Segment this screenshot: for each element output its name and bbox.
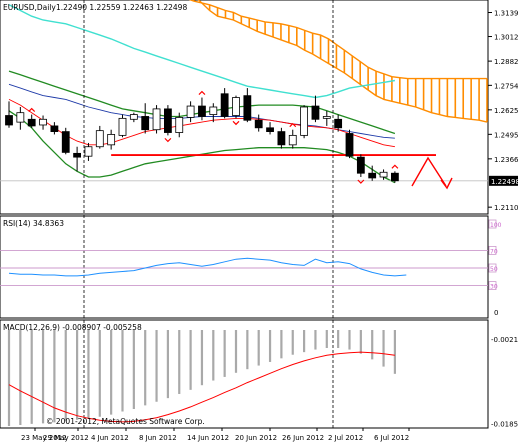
macd-panel[interactable] bbox=[0, 319, 489, 429]
price-tick-label: 1.21105 bbox=[494, 204, 518, 212]
copyright-text: © 2001-2012, MetaQuotes Software Corp. bbox=[46, 417, 205, 426]
candle-body bbox=[390, 172, 399, 182]
candle-body bbox=[5, 115, 13, 126]
candle-body bbox=[27, 118, 36, 127]
candle-body bbox=[220, 93, 229, 117]
candle-body bbox=[141, 116, 150, 131]
candle-body bbox=[198, 105, 206, 117]
time-tick-label: 29 May 2012 bbox=[43, 434, 89, 442]
time-tick-label: 8 Jun 2012 bbox=[139, 434, 177, 442]
time-tick-label: 2 Jul 2012 bbox=[328, 434, 363, 442]
candle-body bbox=[379, 171, 388, 178]
candle-body bbox=[368, 172, 377, 179]
candle-body bbox=[16, 112, 25, 123]
candle-body bbox=[356, 156, 365, 174]
time-tick-label: 4 Jun 2012 bbox=[91, 434, 129, 442]
candle-body bbox=[186, 105, 195, 118]
candle-body bbox=[311, 105, 320, 120]
candle-body bbox=[50, 125, 59, 132]
price-tick-label: 1.24955 bbox=[494, 131, 518, 139]
symbol-title: EURUSD,Daily bbox=[3, 3, 56, 12]
macd-tick-label: -0.01852 bbox=[491, 421, 518, 429]
ohlc-readout: 1.22490 1.22559 1.22463 1.22498 bbox=[56, 3, 187, 12]
candle-body bbox=[163, 108, 172, 133]
candle-body bbox=[118, 117, 127, 136]
candle-body bbox=[84, 146, 93, 157]
rsi-tick-label: 50 bbox=[490, 266, 498, 273]
candle-body bbox=[277, 131, 286, 146]
time-tick-label: 6 Jul 2012 bbox=[374, 434, 409, 442]
price-tick-label: 1.22498 bbox=[491, 178, 518, 186]
candle-body bbox=[334, 118, 343, 129]
candle-body bbox=[232, 97, 240, 116]
candle-body bbox=[243, 95, 252, 121]
candle-body bbox=[288, 134, 297, 146]
time-tick-label: 14 Jun 2012 bbox=[187, 434, 229, 442]
candle-body bbox=[300, 106, 309, 136]
candle-body bbox=[254, 119, 263, 129]
candle-body bbox=[209, 106, 218, 115]
candle-body bbox=[73, 152, 81, 158]
rsi-panel[interactable] bbox=[0, 215, 489, 319]
price-tick-label: 1.31395 bbox=[494, 10, 518, 18]
candle-body bbox=[129, 114, 138, 120]
rsi-tick-label: 30 bbox=[490, 284, 498, 291]
candle-body bbox=[345, 133, 354, 157]
rsi-title: RSI(14) 34.8363 bbox=[3, 219, 64, 228]
time-tick-label: 20 Jun 2012 bbox=[235, 434, 277, 442]
rsi-tick-label: 100 bbox=[490, 222, 502, 229]
time-tick-label: 26 Jun 2012 bbox=[282, 434, 324, 442]
macd-tick-label: -0.00217 bbox=[491, 336, 518, 344]
candle-body bbox=[95, 130, 104, 148]
price-tick-label: 1.23660 bbox=[494, 156, 518, 164]
candle-body bbox=[107, 134, 116, 146]
price-tick-label: 1.28825 bbox=[494, 58, 518, 66]
price-tick-label: 1.26250 bbox=[494, 107, 518, 115]
macd-title: MACD(12,26,9) -0.008907 -0.005258 bbox=[3, 323, 142, 332]
candle-body bbox=[39, 118, 47, 126]
price-tick-label: 1.27545 bbox=[494, 82, 518, 90]
candle-body bbox=[152, 108, 161, 131]
price-tick-label: 1.30125 bbox=[494, 34, 518, 42]
candle-body bbox=[322, 116, 331, 119]
chart-canvas: 1.31395 1.30125 1.28825 1.27545 1.26250 1.249… bbox=[0, 0, 518, 442]
rsi-tick-label: 70 bbox=[490, 248, 498, 255]
candle-body bbox=[61, 131, 70, 153]
candle-body bbox=[266, 127, 274, 132]
rsi-tick-label: 0 bbox=[494, 309, 498, 317]
candle-body bbox=[175, 117, 184, 133]
